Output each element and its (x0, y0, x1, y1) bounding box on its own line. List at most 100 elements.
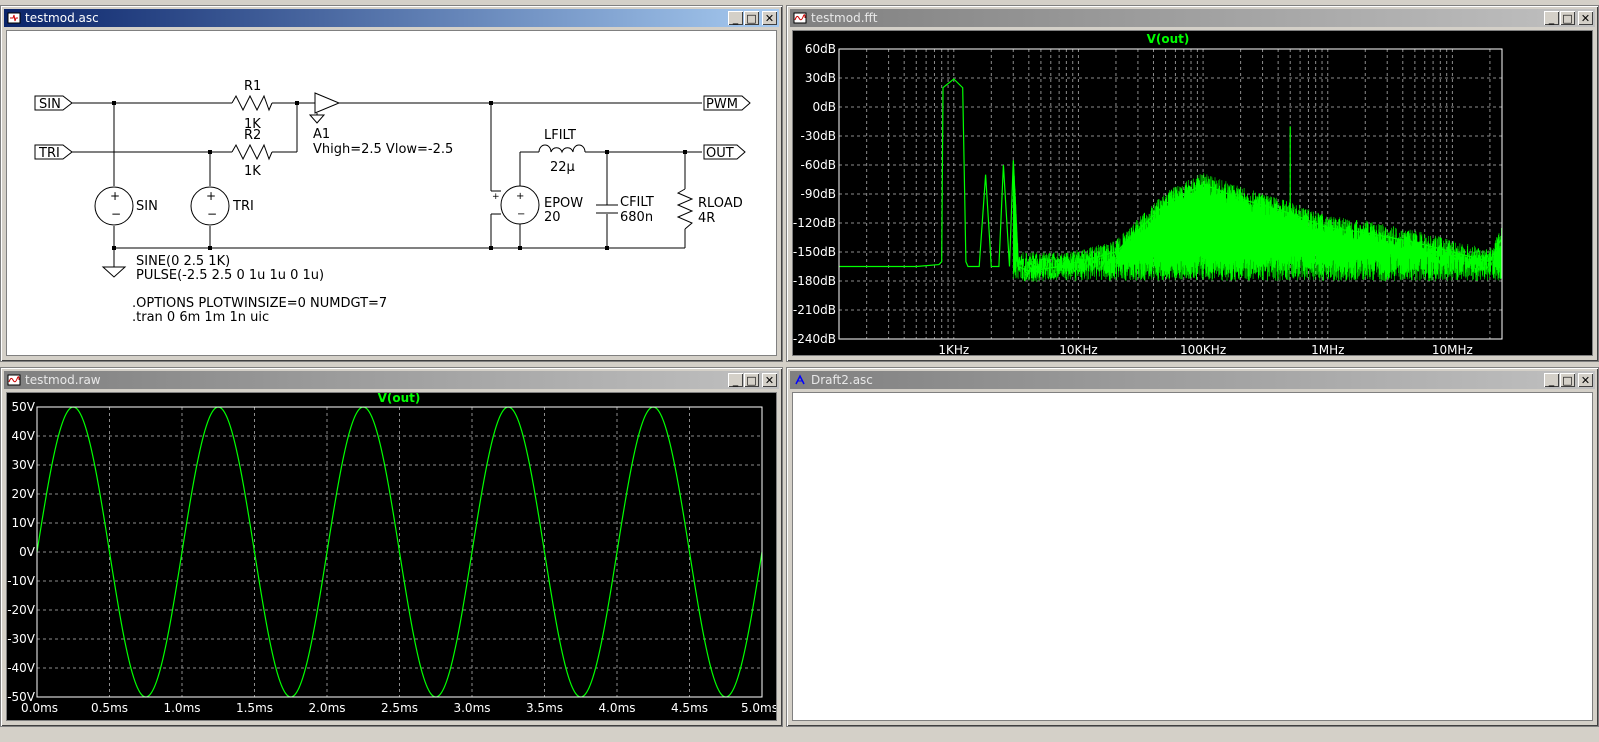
minimize-button[interactable]: _ (1544, 373, 1559, 387)
maximize-button[interactable]: □ (1560, 11, 1575, 25)
minimize-button[interactable]: _ (728, 373, 743, 387)
vsin-name-label: SIN (136, 199, 158, 214)
fft-x-tick-label: 10MHz (1432, 343, 1473, 356)
epow-value-label: 20 (544, 210, 561, 225)
raw-x-tick-label: 2.5ms (381, 701, 418, 715)
schematic-drawing: + − + − + − + − SIN TRI PWM OUT R1 1K R2… (34, 79, 751, 325)
raw-x-tick-label: 1.0ms (163, 701, 200, 715)
tran-directive: .tran 0 6m 1m 1n uic (132, 310, 269, 325)
maximize-button[interactable]: □ (744, 373, 759, 387)
draft-canvas[interactable] (792, 392, 1593, 721)
schematic-titlebar[interactable]: testmod.asc _ □ ✕ (4, 9, 779, 27)
close-icon: ✕ (764, 11, 775, 25)
minimize-button[interactable]: _ (728, 11, 743, 25)
svg-text:+: + (110, 189, 120, 203)
port-out-label: OUT (706, 146, 734, 161)
svg-text:−: − (207, 207, 217, 221)
raw-y-tick-label: 30V (12, 458, 36, 472)
fft-x-axis[interactable]: 1KHz 10KHz 100KHz 1MHz 10MHz (938, 343, 1473, 356)
epow-name-label: EPOW (544, 196, 583, 211)
maximize-button[interactable]: □ (1560, 373, 1575, 387)
cfilt-value-label: 680n (620, 210, 653, 225)
r2-name-label: R2 (244, 128, 261, 143)
raw-x-tick-label: 4.5ms (671, 701, 708, 715)
minimize-button[interactable]: _ (1544, 11, 1559, 25)
svg-text:−: − (517, 209, 525, 220)
maximize-icon: □ (746, 373, 757, 387)
fft-window-title: testmod.fft (811, 11, 878, 25)
raw-trace-label[interactable]: V(out) (378, 393, 421, 405)
fft-chart[interactable]: V(out) 60dB 30dB 0dB -30dB -60dB -90dB -120dB -… (793, 31, 1593, 356)
maximize-button[interactable]: □ (744, 11, 759, 25)
raw-y-tick-label: 40V (12, 429, 36, 443)
fft-y-tick-label: 30dB (805, 71, 836, 85)
svg-text:−: − (493, 210, 501, 220)
raw-x-tick-label: 4.0ms (598, 701, 635, 715)
raw-x-tick-label: 5.0ms (741, 701, 777, 715)
raw-y-tick-label: 50V (12, 400, 36, 414)
pulse-directive: PULSE(-2.5 2.5 0 1u 1u 0 1u) (136, 268, 324, 283)
close-button[interactable]: ✕ (1578, 373, 1593, 387)
fft-y-tick-label: 0dB (813, 100, 836, 114)
raw-y-tick-label: -40V (7, 661, 36, 675)
schematic-window[interactable]: testmod.asc _ □ ✕ + − + − + − + − SIN TR… (0, 5, 783, 362)
raw-window[interactable]: testmod.raw _ □ ✕ V(out) 50V 40V 30V 20V 10V… (0, 367, 783, 727)
minimize-icon: _ (732, 373, 739, 387)
raw-x-axis[interactable]: 0.0ms 0.5ms 1.0ms 1.5ms 2.0ms 2.5ms 3.0ms 3.5ms… (21, 701, 777, 715)
fft-plot-pane[interactable]: V(out) 60dB 30dB 0dB -30dB -60dB -90dB -120dB -… (792, 30, 1593, 356)
maximize-icon: □ (1562, 11, 1573, 25)
fft-y-tick-label: 60dB (805, 42, 836, 56)
rload-value-label: 4R (698, 211, 715, 226)
fft-y-tick-label: -210dB (793, 303, 836, 317)
waveform-doc-icon (793, 12, 807, 24)
maximize-icon: □ (1562, 373, 1573, 387)
fft-y-tick-label: -120dB (793, 216, 836, 230)
svg-text:+: + (492, 192, 500, 202)
port-pwm-label: PWM (706, 97, 738, 112)
cfilt-name-label: CFILT (620, 195, 654, 210)
draft-titlebar[interactable]: Draft2.asc _ □ ✕ (790, 371, 1595, 389)
raw-y-tick-label: -10V (7, 574, 36, 588)
fft-titlebar[interactable]: testmod.fft _ □ ✕ (790, 9, 1595, 27)
r1-name-label: R1 (244, 79, 261, 94)
close-button[interactable]: ✕ (762, 11, 777, 25)
fft-x-tick-label: 100KHz (1180, 343, 1226, 356)
raw-x-tick-label: 0.0ms (21, 701, 58, 715)
raw-y-tick-label: 0V (19, 545, 36, 559)
fft-y-tick-label: -90dB (801, 187, 836, 201)
a1-name-label: A1 (313, 127, 330, 142)
fft-trace-label[interactable]: V(out) (1147, 32, 1190, 46)
raw-y-tick-label: 20V (12, 487, 36, 501)
fft-x-tick-label: 10KHz (1059, 343, 1097, 356)
fft-y-axis[interactable]: 60dB 30dB 0dB -30dB -60dB -90dB -120dB -150dB -1… (793, 42, 836, 346)
fft-x-tick-label: 1MHz (1311, 343, 1344, 356)
raw-x-tick-label: 2.0ms (308, 701, 345, 715)
raw-x-tick-label: 3.5ms (526, 701, 563, 715)
maximize-icon: □ (746, 11, 757, 25)
waveform-doc-icon (7, 374, 21, 386)
schematic-window-title: testmod.asc (25, 11, 99, 25)
raw-x-tick-label: 0.5ms (91, 701, 128, 715)
draft-window-title: Draft2.asc (811, 373, 873, 387)
fft-y-tick-label: -240dB (793, 332, 836, 346)
fft-window[interactable]: testmod.fft _ □ ✕ V(out) 60dB 30dB 0dB -30d… (786, 5, 1599, 362)
close-icon: ✕ (1580, 11, 1591, 25)
sine-directive: SINE(0 2.5 1K) (136, 254, 230, 269)
raw-chart[interactable]: V(out) 50V 40V 30V 20V 10V 0V -10V -20V -30V -40V… (7, 393, 777, 721)
draft-window[interactable]: Draft2.asc _ □ ✕ (786, 367, 1599, 727)
raw-x-tick-label: 3.0ms (453, 701, 490, 715)
raw-y-axis[interactable]: 50V40V30V20V10V0V-10V-20V-30V-40V-50V (7, 400, 36, 704)
rload-name-label: RLOAD (698, 196, 743, 211)
r2-value-label: 1K (244, 164, 261, 179)
close-button[interactable]: ✕ (762, 373, 777, 387)
raw-plot-pane[interactable]: V(out) 50V 40V 30V 20V 10V 0V -10V -20V -30V -40V… (6, 392, 777, 721)
a1-params-label: Vhigh=2.5 Vlow=-2.5 (313, 142, 453, 157)
raw-titlebar[interactable]: testmod.raw _ □ ✕ (4, 371, 779, 389)
draft-doc-icon (795, 374, 805, 385)
vtri-name-label: TRI (232, 199, 254, 214)
minimize-icon: _ (1548, 11, 1555, 25)
close-button[interactable]: ✕ (1578, 11, 1593, 25)
schematic-canvas[interactable]: + − + − + − + − SIN TRI PWM OUT R1 1K R2… (6, 30, 777, 356)
fft-y-tick-label: -150dB (793, 245, 836, 259)
svg-text:−: − (111, 207, 121, 221)
